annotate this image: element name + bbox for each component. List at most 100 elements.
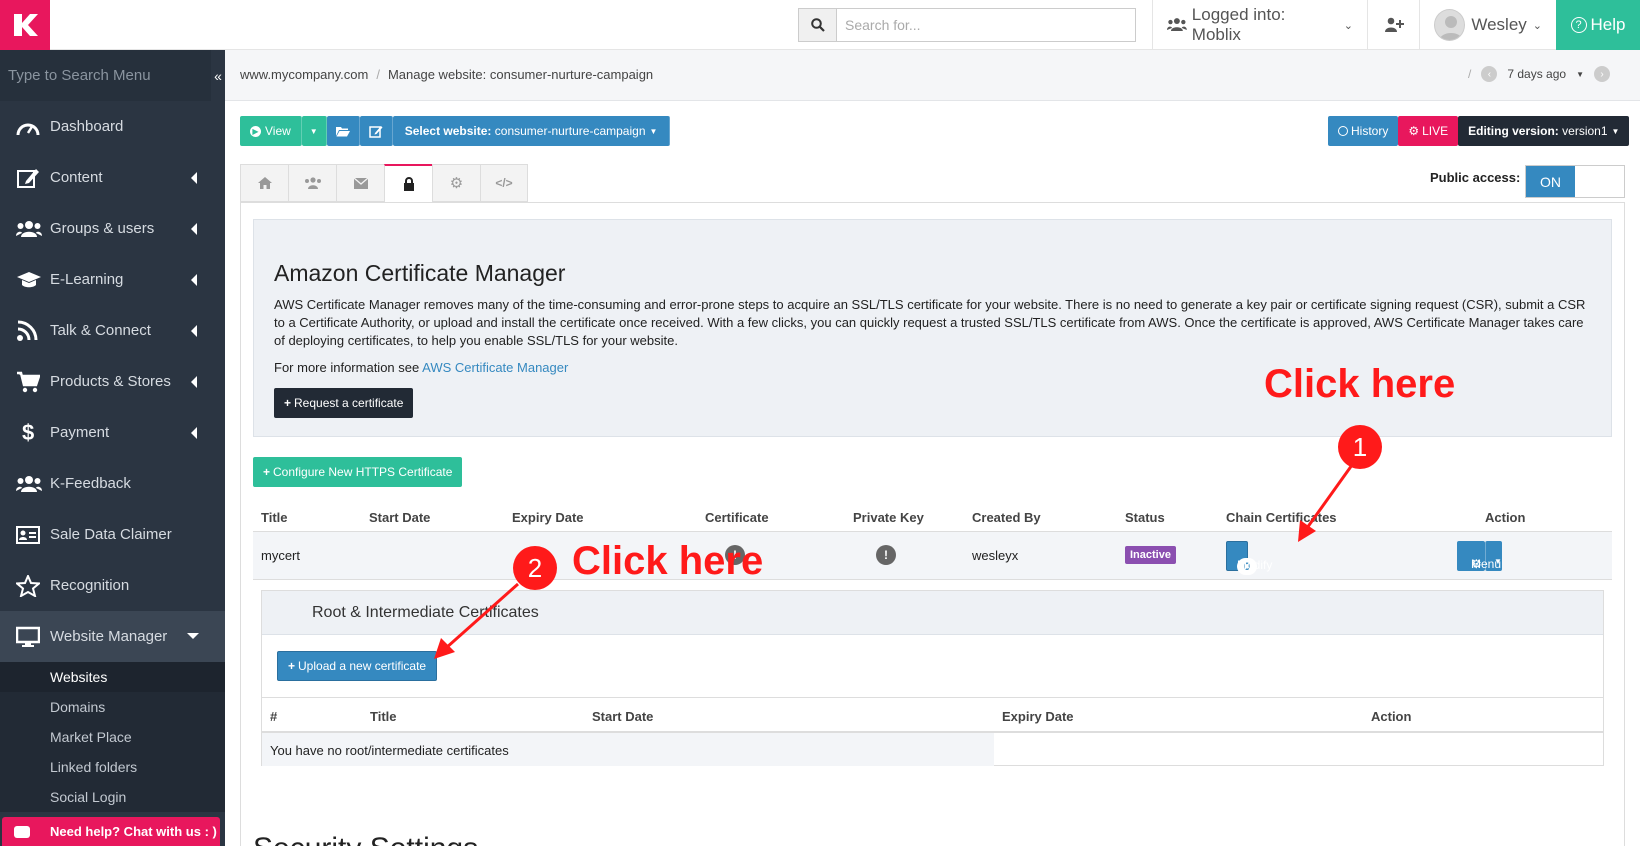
tab-code[interactable]: </> [480,164,528,202]
modify-chain-button[interactable]: 0 Modify [1226,541,1272,575]
view-dropdown-toggle[interactable]: ▼ [301,116,327,146]
request-certificate-button[interactable]: + Request a certificate [274,388,414,418]
public-access-toggle[interactable]: ON [1525,165,1625,198]
chevron-down-icon: ⌄ [1343,19,1353,32]
caret-left-icon [191,427,197,439]
graduation-cap-icon [16,271,44,289]
caret-down-icon: ▼ [1576,69,1584,79]
breadcrumb-bar: www.mycompany.com / Manage website: consum… [225,50,1640,101]
sidebar-item-sale-data-claimer[interactable]: Sale Data Claimer [0,509,225,560]
star-icon [16,574,44,597]
next-version-icon[interactable]: › [1594,66,1610,82]
add-user-button[interactable] [1367,0,1419,50]
edit-icon [368,125,383,138]
col-created-by: Created By [972,510,1041,525]
sidebar-item-label: Content [50,169,103,186]
help-button[interactable]: ? Help [1556,0,1640,50]
sidebar-item-e-learning[interactable]: E-Learning [0,254,225,305]
collapse-sidebar-icon[interactable]: « [211,50,225,101]
website-tabs: ⚙ </> [240,164,528,202]
breadcrumb-page: Manage website: consumer-nurture-campaig… [387,67,654,82]
chat-button[interactable]: Need help? Chat with us : ) [2,817,220,846]
search-button[interactable] [799,9,837,41]
col-status: Status [1125,510,1165,525]
plus-icon: + [284,396,292,410]
request-certificate-label: Request a certificate [294,396,404,410]
sidebar-subitem-websites[interactable]: Websites [0,662,225,692]
edit-website-button[interactable] [359,116,393,146]
tab-settings[interactable]: ⚙ [432,164,480,202]
col-expiry-date: Expiry Date [1002,709,1074,724]
acm-title: Amazon Certificate Manager [274,260,566,286]
dollar-icon: $ [22,419,35,445]
caret-left-icon [191,172,197,184]
col-start-date: Start Date [592,709,654,724]
toggle-on: ON [1526,166,1575,197]
editing-version-dropdown[interactable]: Editing version: version1 ▼ [1458,116,1630,146]
sidebar-subitem-domains[interactable]: Domains [0,692,225,722]
users-icon [16,475,44,493]
open-folder-button[interactable] [326,116,360,146]
col-start-date: Start Date [369,510,431,525]
caret-down-icon: ▼ [1494,557,1502,566]
envelope-icon [353,177,368,189]
sidebar-item-label: Sale Data Claimer [50,526,172,543]
public-access-label: Public access: [1430,170,1521,185]
sidebar-item-label: Products & Stores [50,373,171,390]
sidebar-item-k-feedback[interactable]: K-Feedback [0,458,225,509]
caret-left-icon [191,325,197,337]
edit-icon [16,167,44,189]
version-time[interactable]: 7 days ago [1507,67,1566,81]
app-logo[interactable] [0,0,50,50]
step-2-badge: 2 [513,546,557,590]
breadcrumb-site[interactable]: www.mycompany.com [240,67,368,82]
intermediate-panel: Root & Intermediate Certificates + Uploa… [261,590,1604,766]
editing-version-prefix: Editing version: [1468,124,1559,138]
history-button[interactable]: History [1328,116,1399,146]
search-input[interactable] [837,9,1135,41]
cert-title: mycert [261,548,300,563]
tab-home[interactable] [240,164,288,202]
sidebar-item-payment[interactable]: $ Payment [0,407,225,458]
breadcrumb: www.mycompany.com / Manage website: consum… [240,67,653,82]
configure-https-button[interactable]: + Configure New HTTPS Certificate [253,457,463,487]
sidebar-item-groups-users[interactable]: Groups & users [0,203,225,254]
sidebar-subitem-social-login[interactable]: Social Login [0,782,225,812]
select-website-value: consumer-nurture-campaign [494,124,646,138]
menu-button[interactable]: ⚙ Menu [1457,541,1501,571]
select-website-dropdown[interactable]: Select website: consumer-nurture-campaig… [392,116,671,146]
sidebar-subitem-market-place[interactable]: Market Place [0,722,225,752]
view-label: View [265,124,291,138]
user-menu[interactable]: Wesley ⌄ [1419,0,1556,50]
logged-into-dropdown[interactable]: Logged into: Moblix ⌄ [1152,0,1367,50]
tab-users[interactable] [288,164,336,202]
sidebar-item-recognition[interactable]: Recognition [0,560,225,611]
prev-version-icon[interactable]: ‹ [1481,66,1498,82]
tab-security[interactable] [384,164,432,202]
sidebar-item-content[interactable]: Content [0,152,225,203]
col-number: # [270,709,278,724]
cert-created-by: wesleyx [972,548,1019,563]
sidebar-search[interactable]: Type to Search Menu « [0,50,225,101]
lock-icon [403,177,414,191]
upload-certificate-button[interactable]: + Upload a new certificate [277,651,438,681]
dashboard-icon [16,117,44,137]
sidebar-item-dashboard[interactable]: Dashboard [0,101,225,152]
acm-link[interactable]: AWS Certificate Manager [422,360,568,375]
sidebar-item-products-stores[interactable]: Products & Stores [0,356,225,407]
sidebar-item-website-manager[interactable]: Website Manager [0,611,225,662]
tab-email[interactable] [336,164,384,202]
editing-version-value: version1 [1562,124,1608,138]
upload-certificate-label: Upload a new certificate [298,659,427,673]
users-icon [16,220,44,238]
caret-down-icon [187,633,199,639]
sidebar-subitem-linked-folders[interactable]: Linked folders [0,752,225,782]
click-here-annotation-2: Click here [572,539,764,583]
col-action: Action [1371,709,1412,724]
view-button[interactable]: ▶ View [240,116,302,146]
sidebar-item-talk-connect[interactable]: Talk & Connect [0,305,225,356]
caret-left-icon [191,274,197,286]
breadcrumb-separator: / [376,67,380,82]
live-button[interactable]: ⚙ LIVE [1398,116,1459,146]
sidebar-item-label: E-Learning [50,271,124,288]
